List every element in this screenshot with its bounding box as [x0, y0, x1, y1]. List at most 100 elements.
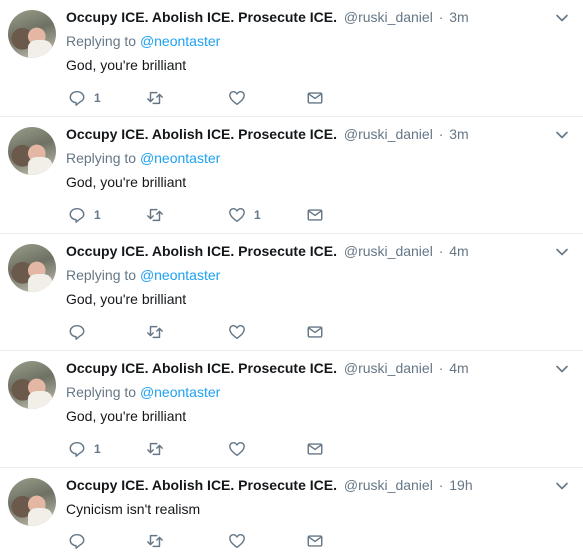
replying-to: Replying to @neontaster: [66, 149, 220, 167]
retweet-icon: [146, 440, 164, 458]
reply-icon: [68, 440, 86, 458]
reply-icon: [68, 89, 86, 107]
retweet-icon: [146, 323, 164, 341]
avatar[interactable]: [8, 127, 56, 175]
chevron-down-icon[interactable]: [555, 11, 569, 25]
tweet-header: Occupy ICE. Abolish ICE. Prosecute ICE. …: [66, 476, 543, 494]
like-button[interactable]: [228, 439, 254, 459]
timestamp[interactable]: 4m: [449, 243, 468, 259]
retweet-icon: [146, 532, 164, 550]
replying-to-label: Replying to: [66, 267, 137, 283]
like-count: 1: [254, 208, 261, 222]
timestamp[interactable]: 4m: [449, 360, 468, 376]
username[interactable]: @ruski_daniel: [344, 9, 433, 25]
direct-message-button[interactable]: [306, 322, 324, 342]
direct-message-button[interactable]: [306, 88, 324, 108]
retweet-icon: [146, 206, 164, 224]
direct-message-icon: [306, 532, 324, 550]
tweet[interactable]: Occupy ICE. Abolish ICE. Prosecute ICE. …: [0, 351, 583, 468]
replying-to: Replying to @neontaster: [66, 32, 220, 50]
retweet-icon: [146, 89, 164, 107]
reply-button[interactable]: 1: [68, 205, 101, 225]
avatar[interactable]: [8, 244, 56, 292]
timestamp[interactable]: 19h: [449, 477, 472, 493]
like-button[interactable]: 1: [228, 205, 261, 225]
separator: ·: [438, 9, 444, 25]
mention-link[interactable]: @neontaster: [140, 150, 220, 166]
separator: ·: [438, 360, 444, 376]
username[interactable]: @ruski_daniel: [344, 126, 433, 142]
avatar[interactable]: [8, 10, 56, 58]
like-icon: [228, 532, 246, 550]
tweet[interactable]: Occupy ICE. Abolish ICE. Prosecute ICE. …: [0, 468, 583, 554]
tweet-text: Cynicism isn't realism: [66, 501, 201, 517]
reply-button[interactable]: [68, 531, 94, 551]
separator: ·: [438, 477, 444, 493]
replying-to-label: Replying to: [66, 150, 137, 166]
direct-message-icon: [306, 89, 324, 107]
tweet-header: Occupy ICE. Abolish ICE. Prosecute ICE. …: [66, 8, 543, 26]
username[interactable]: @ruski_daniel: [344, 477, 433, 493]
like-icon: [228, 206, 246, 224]
direct-message-icon: [306, 440, 324, 458]
tweet[interactable]: Occupy ICE. Abolish ICE. Prosecute ICE. …: [0, 234, 583, 351]
tweet-text: God, you're brilliant: [66, 57, 187, 73]
tweet[interactable]: Occupy ICE. Abolish ICE. Prosecute ICE. …: [0, 117, 583, 234]
direct-message-button[interactable]: [306, 531, 324, 551]
reply-icon: [68, 323, 86, 341]
tweet-text: God, you're brilliant: [66, 174, 187, 190]
retweet-button[interactable]: [146, 531, 172, 551]
chevron-down-icon[interactable]: [555, 479, 569, 493]
display-name[interactable]: Occupy ICE. Abolish ICE. Prosecute ICE.: [66, 126, 337, 142]
replying-to: Replying to @neontaster: [66, 266, 220, 284]
replying-to-label: Replying to: [66, 384, 137, 400]
username[interactable]: @ruski_daniel: [344, 360, 433, 376]
tweet-actions: 1 1: [66, 205, 346, 225]
chevron-down-icon[interactable]: [555, 362, 569, 376]
display-name[interactable]: Occupy ICE. Abolish ICE. Prosecute ICE.: [66, 360, 337, 376]
timestamp[interactable]: 3m: [449, 9, 468, 25]
display-name[interactable]: Occupy ICE. Abolish ICE. Prosecute ICE.: [66, 9, 337, 25]
reply-button[interactable]: 1: [68, 439, 101, 459]
tweet-text: God, you're brilliant: [66, 291, 187, 307]
like-button[interactable]: [228, 531, 254, 551]
reply-count: 1: [94, 208, 101, 222]
tweet[interactable]: Occupy ICE. Abolish ICE. Prosecute ICE. …: [0, 0, 583, 117]
chevron-down-icon[interactable]: [555, 128, 569, 142]
replying-to: Replying to @neontaster: [66, 383, 220, 401]
like-button[interactable]: [228, 322, 254, 342]
reply-button[interactable]: [68, 322, 94, 342]
mention-link[interactable]: @neontaster: [140, 33, 220, 49]
display-name[interactable]: Occupy ICE. Abolish ICE. Prosecute ICE.: [66, 477, 337, 493]
retweet-button[interactable]: [146, 88, 172, 108]
separator: ·: [438, 126, 444, 142]
avatar[interactable]: [8, 361, 56, 409]
replying-to-label: Replying to: [66, 33, 137, 49]
username[interactable]: @ruski_daniel: [344, 243, 433, 259]
reply-count: 1: [94, 91, 101, 105]
tweet-text: God, you're brilliant: [66, 408, 187, 424]
display-name[interactable]: Occupy ICE. Abolish ICE. Prosecute ICE.: [66, 243, 337, 259]
direct-message-button[interactable]: [306, 439, 324, 459]
direct-message-icon: [306, 323, 324, 341]
tweet-header: Occupy ICE. Abolish ICE. Prosecute ICE. …: [66, 125, 543, 143]
retweet-button[interactable]: [146, 322, 172, 342]
direct-message-button[interactable]: [306, 205, 324, 225]
retweet-button[interactable]: [146, 205, 172, 225]
like-button[interactable]: [228, 88, 254, 108]
separator: ·: [438, 243, 444, 259]
avatar[interactable]: [8, 478, 56, 526]
tweet-actions: 1: [66, 439, 346, 459]
mention-link[interactable]: @neontaster: [140, 384, 220, 400]
like-icon: [228, 323, 246, 341]
tweet-actions: [66, 531, 346, 551]
chevron-down-icon[interactable]: [555, 245, 569, 259]
reply-button[interactable]: 1: [68, 88, 101, 108]
tweet-actions: [66, 322, 346, 342]
mention-link[interactable]: @neontaster: [140, 267, 220, 283]
direct-message-icon: [306, 206, 324, 224]
reply-count: 1: [94, 442, 101, 456]
retweet-button[interactable]: [146, 439, 172, 459]
timestamp[interactable]: 3m: [449, 126, 468, 142]
reply-icon: [68, 206, 86, 224]
